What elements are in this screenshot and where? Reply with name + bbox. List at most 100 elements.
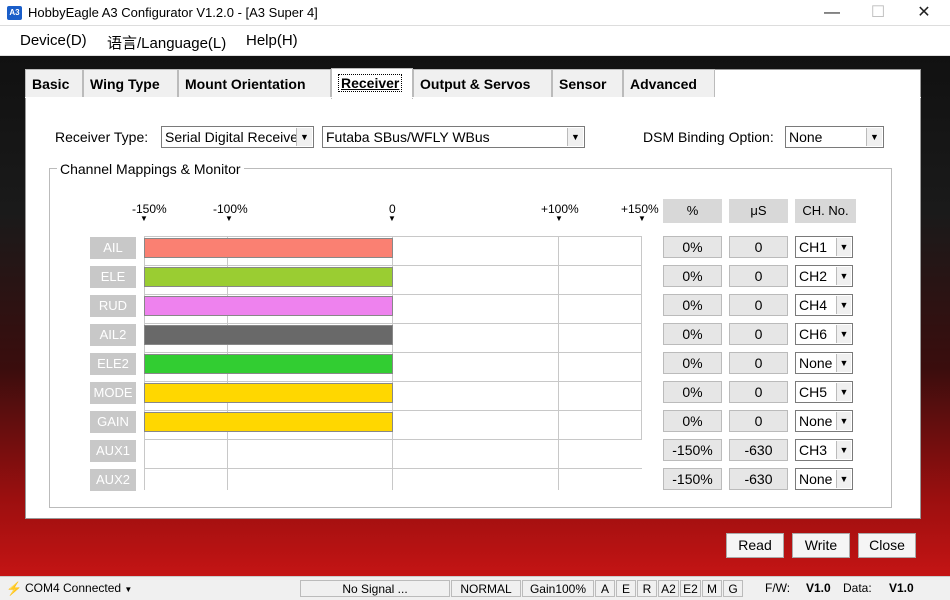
chevron-down-icon: ▼ [836, 325, 851, 343]
gain-status: Gain100% [522, 580, 594, 597]
chevron-down-icon: ▼ [124, 585, 133, 594]
channel-label: AIL2 [90, 324, 136, 346]
minimize-button[interactable]: — [809, 2, 855, 24]
menu-language[interactable]: 语言/Language(L) [107, 32, 226, 53]
dsm-binding-select[interactable]: None ▼ [785, 126, 884, 148]
percent-value: 0% [663, 381, 722, 403]
menu-device[interactable]: Device(D) [20, 32, 87, 49]
tick-marker-icon: ▼ [638, 214, 646, 223]
tab-wing-type[interactable]: Wing Type [83, 69, 178, 98]
indicator-e2: E2 [680, 580, 701, 597]
menu-bar: Device(D) 语言/Language(L) Help(H) [0, 26, 950, 56]
channel-bar [144, 296, 393, 316]
channel-label: ELE2 [90, 353, 136, 375]
channel-number-select[interactable]: CH2 ▼ [795, 265, 853, 287]
fw-label: F/W: [765, 581, 791, 595]
channel-number-select[interactable]: CH1 ▼ [795, 236, 853, 258]
chevron-down-icon: ▼ [836, 296, 851, 314]
tab-receiver[interactable]: Receiver [331, 68, 413, 99]
group-title: Channel Mappings & Monitor [57, 161, 244, 177]
percent-value: 0% [663, 236, 722, 258]
protocol-value: Futaba SBus/WFLY WBus [326, 129, 490, 145]
port-status[interactable]: COM4 Connected ▼ [25, 580, 132, 597]
us-value: 0 [729, 410, 788, 432]
tab-label: Mount Orientation [185, 76, 306, 92]
chevron-down-icon: ▼ [836, 383, 851, 401]
chevron-down-icon: ▼ [836, 412, 851, 430]
channel-label: ELE [90, 266, 136, 288]
channel-number-select[interactable]: None ▼ [795, 352, 853, 374]
percent-value: 0% [663, 265, 722, 287]
channel-number-value: None [799, 471, 833, 487]
chevron-down-icon: ▼ [836, 267, 851, 285]
us-value: 0 [729, 381, 788, 403]
column-header-percent: % [663, 199, 722, 223]
tab-label: Output & Servos [420, 76, 531, 92]
data-label: Data: [843, 581, 872, 595]
tick-marker-icon: ▼ [140, 214, 148, 223]
app-icon: A3 [7, 6, 22, 20]
maximize-button[interactable]: ☐ [855, 2, 901, 24]
percent-value: -150% [663, 468, 722, 490]
channel-bar [144, 325, 393, 345]
channel-number-select[interactable]: CH3 ▼ [795, 439, 853, 461]
channel-number-select[interactable]: None ▼ [795, 468, 853, 490]
tab-mount-orientation[interactable]: Mount Orientation [178, 69, 331, 98]
channel-number-select[interactable]: CH4 ▼ [795, 294, 853, 316]
channel-bar [144, 238, 393, 258]
write-button[interactable]: Write [792, 533, 850, 558]
percent-value: 0% [663, 323, 722, 345]
window-title: HobbyEagle A3 Configurator V1.2.0 - [A3 … [28, 5, 318, 20]
channel-number-value: CH1 [799, 239, 828, 255]
channel-bar [144, 412, 393, 432]
close-button[interactable]: Close [858, 533, 916, 558]
tab-advanced[interactable]: Advanced [623, 69, 715, 98]
tab-output-servos[interactable]: Output & Servos [413, 69, 552, 98]
scale-label-neg150: -150% [132, 202, 167, 216]
channel-label: MODE [90, 382, 136, 404]
gridline [144, 236, 642, 237]
tab-label: Sensor [559, 76, 607, 92]
receiver-type-select[interactable]: Serial Digital Receive ▼ [161, 126, 314, 148]
gridline [144, 265, 642, 266]
percent-value: 0% [663, 294, 722, 316]
chevron-down-icon: ▼ [567, 128, 583, 146]
dsm-binding-value: None [789, 129, 823, 145]
receiver-type-label: Receiver Type: [55, 129, 149, 145]
us-value: 0 [729, 265, 788, 287]
close-window-button[interactable]: ✕ [901, 2, 947, 24]
tab-sensor[interactable]: Sensor [552, 69, 623, 98]
indicator-m: M [702, 580, 722, 597]
tick-marker-icon: ▼ [225, 214, 233, 223]
channel-number-value: CH4 [799, 297, 828, 313]
channel-number-select[interactable]: CH5 ▼ [795, 381, 853, 403]
channel-number-value: CH6 [799, 326, 828, 342]
channel-number-select[interactable]: None ▼ [795, 410, 853, 432]
us-value: -630 [729, 439, 788, 461]
tab-basic[interactable]: Basic [25, 69, 83, 98]
tick-marker-icon: ▼ [555, 214, 563, 223]
channel-bar [144, 267, 393, 287]
port-status-text: COM4 Connected [25, 581, 122, 595]
indicator-r: R [637, 580, 657, 597]
chevron-down-icon: ▼ [296, 128, 312, 146]
gridline [144, 323, 642, 324]
read-button[interactable]: Read [726, 533, 784, 558]
channel-label: AIL [90, 237, 136, 259]
chevron-down-icon: ▼ [866, 128, 882, 146]
protocol-select[interactable]: Futaba SBus/WFLY WBus ▼ [322, 126, 585, 148]
percent-value: 0% [663, 410, 722, 432]
channel-bar [144, 383, 393, 403]
channel-bar [144, 354, 393, 374]
us-value: 0 [729, 294, 788, 316]
status-bar: ⚡ COM4 Connected ▼ No Signal ... NORMAL … [0, 576, 950, 600]
menu-help[interactable]: Help(H) [246, 32, 298, 49]
gridline [144, 381, 642, 382]
gridline [144, 352, 642, 353]
indicator-a: A [595, 580, 615, 597]
us-value: 0 [729, 236, 788, 258]
channel-number-select[interactable]: CH6 ▼ [795, 323, 853, 345]
percent-value: 0% [663, 352, 722, 374]
signal-status: No Signal ... [300, 580, 450, 597]
gridline [558, 236, 559, 490]
